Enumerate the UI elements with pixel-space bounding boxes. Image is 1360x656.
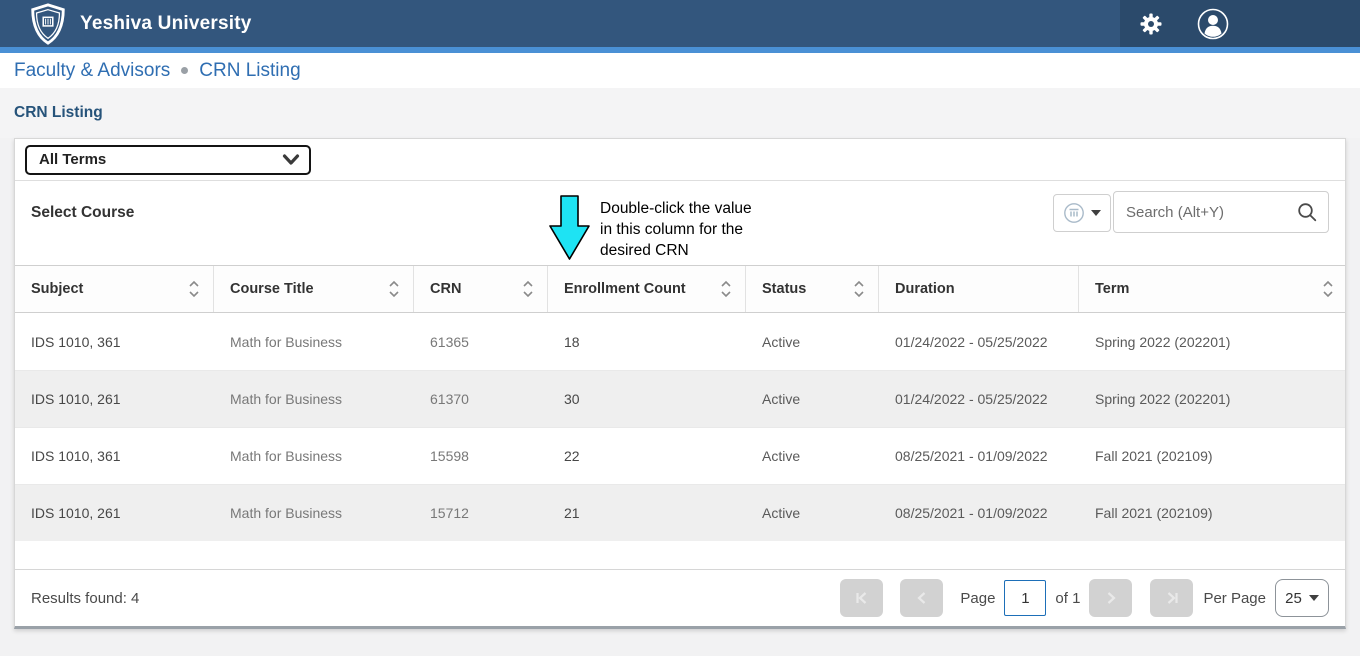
per-page-label: Per Page [1203, 590, 1266, 607]
columns-filter-icon [1063, 202, 1085, 224]
cell-term[interactable]: Spring 2022 (202201) [1079, 334, 1347, 350]
sort-icon[interactable] [523, 280, 533, 298]
cell-enrollment-count[interactable]: 22 [548, 448, 746, 464]
toolbar-row: Select Course [15, 181, 1345, 265]
cell-subject[interactable]: IDS 1010, 361 [15, 334, 214, 350]
chevron-down-icon [282, 154, 300, 166]
terms-select[interactable]: All Terms [25, 145, 311, 175]
topbar-right-section [1120, 0, 1360, 47]
column-header-label: Subject [31, 281, 83, 297]
sort-icon[interactable] [721, 280, 731, 298]
results-found-text: Results found: 4 [31, 590, 139, 607]
page-label: Page [960, 590, 995, 607]
column-header-label: Duration [895, 281, 955, 297]
cell-duration[interactable]: 01/24/2022 - 05/25/2022 [879, 391, 1079, 407]
cell-course-title[interactable]: Math for Business [214, 505, 414, 521]
search-controls [1053, 191, 1329, 233]
brand-name: Yeshiva University [80, 13, 252, 35]
page-title: CRN Listing [14, 104, 103, 122]
cell-duration[interactable]: 08/25/2021 - 01/09/2022 [879, 505, 1079, 521]
cell-status[interactable]: Active [746, 505, 879, 521]
column-header-label: CRN [430, 281, 461, 297]
first-page-button[interactable] [840, 579, 883, 617]
breadcrumb-crn-listing[interactable]: CRN Listing [199, 60, 300, 82]
cell-term[interactable]: Fall 2021 (202109) [1079, 448, 1347, 464]
breadcrumb-faculty-advisors[interactable]: Faculty & Advisors [14, 60, 170, 82]
column-header-status[interactable]: Status [746, 266, 879, 312]
cell-course-title[interactable]: Math for Business [214, 448, 414, 464]
page-of-label: of 1 [1055, 590, 1080, 607]
column-header-label: Term [1095, 281, 1129, 297]
university-shield-logo-icon [28, 3, 68, 45]
brand: Yeshiva University [28, 3, 252, 45]
table-row[interactable]: IDS 1010, 361 Math for Business 15598 22… [15, 427, 1345, 484]
user-icon[interactable] [1196, 7, 1230, 41]
column-header-label: Status [762, 281, 806, 297]
select-course-label: Select Course [31, 204, 134, 222]
cell-enrollment-count[interactable]: 18 [548, 334, 746, 350]
column-header-crn[interactable]: CRN [414, 266, 548, 312]
next-page-button[interactable] [1089, 579, 1132, 617]
cell-course-title[interactable]: Math for Business [214, 391, 414, 407]
cell-subject[interactable]: IDS 1010, 361 [15, 448, 214, 464]
cell-subject[interactable]: IDS 1010, 261 [15, 391, 214, 407]
chevron-down-icon [1309, 595, 1319, 601]
chevron-down-icon [1091, 210, 1101, 216]
column-header-label: Course Title [230, 281, 314, 297]
terms-select-value: All Terms [39, 151, 106, 168]
column-filter-button[interactable] [1053, 194, 1111, 232]
crn-listing-panel: All Terms Select Course [14, 138, 1346, 629]
sort-icon[interactable] [189, 280, 199, 298]
sort-icon[interactable] [854, 280, 864, 298]
breadcrumb: Faculty & Advisors CRN Listing [0, 53, 1360, 88]
terms-filter-row: All Terms [15, 139, 1345, 181]
cell-crn[interactable]: 15598 [414, 448, 548, 464]
cell-crn[interactable]: 61365 [414, 334, 548, 350]
search-icon[interactable] [1296, 201, 1318, 223]
column-header-term[interactable]: Term [1079, 266, 1347, 312]
previous-page-button[interactable] [900, 579, 943, 617]
cell-duration[interactable]: 08/25/2021 - 01/09/2022 [879, 448, 1079, 464]
cell-duration[interactable]: 01/24/2022 - 05/25/2022 [879, 334, 1079, 350]
cell-status[interactable]: Active [746, 448, 879, 464]
cell-course-title[interactable]: Math for Business [214, 334, 414, 350]
column-header-subject[interactable]: Subject [15, 266, 214, 312]
pagination-controls: Page of 1 Per Page 25 [840, 579, 1329, 617]
sort-icon[interactable] [389, 280, 399, 298]
breadcrumb-separator-dot [181, 67, 188, 74]
table-footer: Results found: 4 Page of 1 Per Page 25 [15, 569, 1345, 626]
cell-crn[interactable]: 15712 [414, 505, 548, 521]
per-page-value: 25 [1285, 590, 1302, 607]
last-page-button[interactable] [1150, 579, 1193, 617]
search-box [1113, 191, 1329, 233]
gear-icon[interactable] [1134, 7, 1168, 41]
empty-row-spacer [15, 541, 1345, 569]
cell-crn[interactable]: 61370 [414, 391, 548, 407]
column-header-label: Enrollment Count [564, 281, 686, 297]
page-number-input[interactable] [1004, 580, 1046, 616]
column-header-enrollment-count[interactable]: Enrollment Count [548, 266, 746, 312]
column-header-duration[interactable]: Duration [879, 266, 1079, 312]
top-banner: Yeshiva University [0, 0, 1360, 47]
table-row[interactable]: IDS 1010, 261 Math for Business 61370 30… [15, 370, 1345, 427]
cell-term[interactable]: Spring 2022 (202201) [1079, 391, 1347, 407]
cell-status[interactable]: Active [746, 334, 879, 350]
table-row[interactable]: IDS 1010, 361 Math for Business 61365 18… [15, 313, 1345, 370]
column-header-course-title[interactable]: Course Title [214, 266, 414, 312]
table-row[interactable]: IDS 1010, 261 Math for Business 15712 21… [15, 484, 1345, 541]
cell-term[interactable]: Fall 2021 (202109) [1079, 505, 1347, 521]
cell-enrollment-count[interactable]: 21 [548, 505, 746, 521]
search-input[interactable] [1126, 204, 1296, 221]
table-header-row: Subject Course Title CRN Enrollment Coun… [15, 265, 1345, 313]
sort-icon[interactable] [1323, 280, 1333, 298]
per-page-select[interactable]: 25 [1275, 579, 1329, 617]
cell-enrollment-count[interactable]: 30 [548, 391, 746, 407]
cell-subject[interactable]: IDS 1010, 261 [15, 505, 214, 521]
title-area: CRN Listing [0, 88, 1360, 138]
cell-status[interactable]: Active [746, 391, 879, 407]
